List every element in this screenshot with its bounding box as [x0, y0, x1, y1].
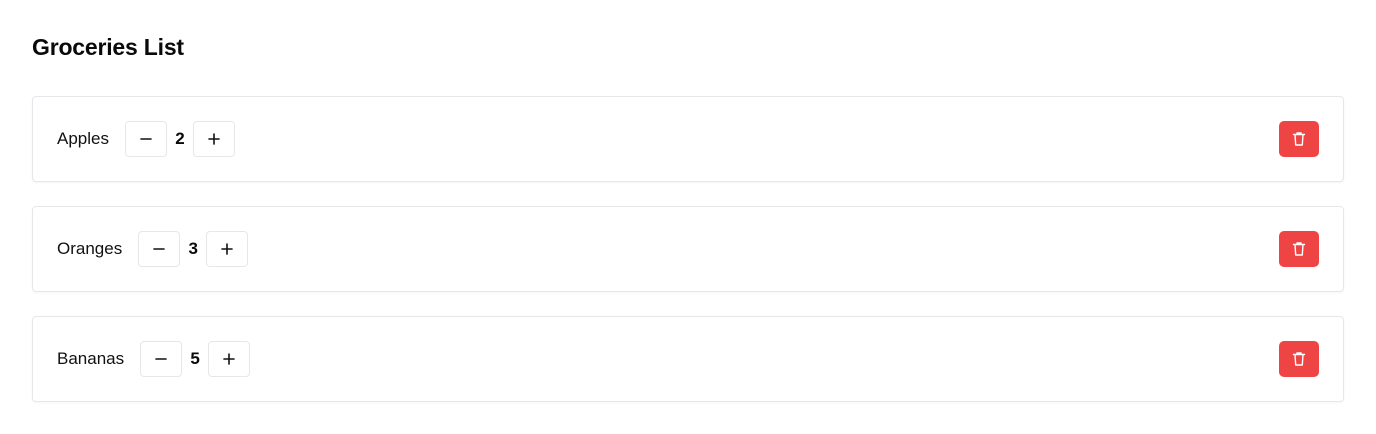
- item-name: Oranges: [57, 239, 123, 258]
- plus-icon: [223, 353, 235, 365]
- quantity-value: 2: [175, 129, 185, 148]
- decrement-button[interactable]: [138, 231, 181, 267]
- groceries-page: Groceries List Apples 2 Oranges 3 Banana…: [0, 0, 1376, 434]
- item-name: Bananas: [57, 349, 125, 368]
- trash-icon: [1292, 352, 1306, 366]
- delete-button[interactable]: [1279, 341, 1319, 377]
- grocery-item-apples: Apples 2: [32, 96, 1344, 182]
- plus-icon: [221, 243, 234, 255]
- increment-button[interactable]: [192, 121, 235, 157]
- increment-button[interactable]: [208, 341, 251, 377]
- page-title: Groceries List: [32, 34, 184, 60]
- quantity-value: 3: [188, 239, 198, 258]
- delete-button[interactable]: [1279, 231, 1319, 267]
- delete-button[interactable]: [1279, 121, 1319, 157]
- grocery-item-bananas: Bananas 5: [32, 316, 1344, 402]
- trash-icon: [1292, 132, 1306, 146]
- quantity-value: 5: [190, 349, 200, 368]
- increment-button[interactable]: [206, 231, 249, 267]
- item-main: Bananas 5: [57, 341, 251, 377]
- minus-icon: [153, 248, 166, 250]
- item-main: Oranges 3: [57, 231, 249, 267]
- groceries-list: Apples 2 Oranges 3 Bananas 5: [32, 96, 1344, 426]
- trash-icon: [1292, 242, 1306, 256]
- minus-icon: [155, 358, 167, 360]
- minus-icon: [140, 138, 152, 140]
- item-main: Apples 2: [57, 121, 235, 157]
- decrement-button[interactable]: [124, 121, 167, 157]
- item-name: Apples: [57, 129, 109, 148]
- decrement-button[interactable]: [140, 341, 183, 377]
- grocery-item-oranges: Oranges 3: [32, 206, 1344, 292]
- plus-icon: [208, 133, 220, 145]
